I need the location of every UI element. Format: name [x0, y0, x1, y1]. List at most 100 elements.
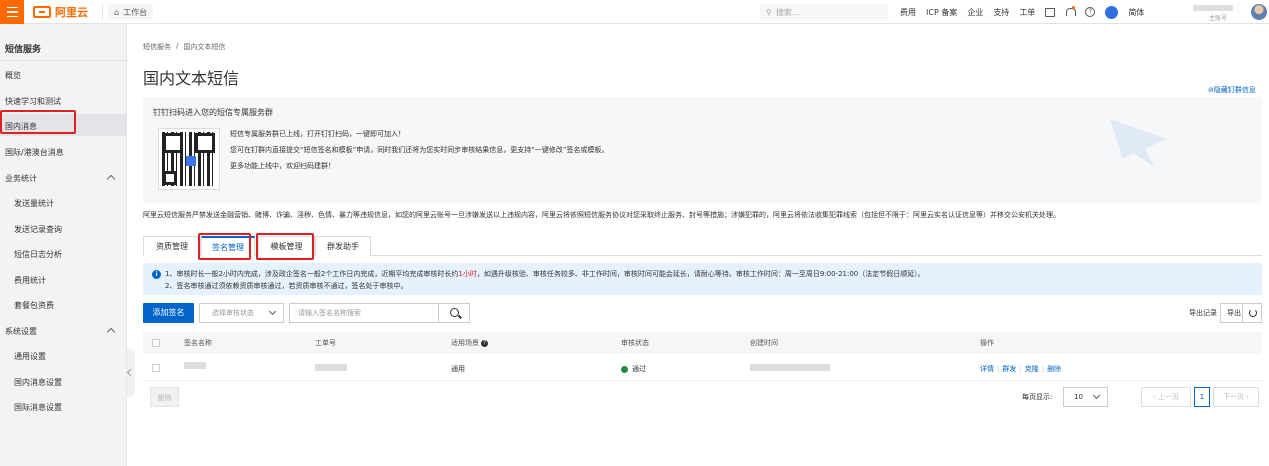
sidebar-item-send-records[interactable]: 发送记录查询 — [14, 224, 62, 235]
assistant-icon[interactable] — [1105, 5, 1119, 19]
col-ticket: 工单号 — [315, 339, 336, 347]
breadcrumb-current: 国内文本短信 — [183, 43, 226, 51]
sidebar-item-overview[interactable]: 概览 — [5, 70, 21, 81]
status-select[interactable]: 选择审核状态 — [199, 303, 284, 323]
workbench-label: 工作台 — [123, 7, 148, 17]
sidebar-group-settings[interactable]: 系统设置 — [5, 326, 37, 337]
search-button[interactable] — [438, 303, 470, 323]
promo-line-2: 您可在钉群内直接提交“短信签名和模板”申请，同时我们还将为您实时同步审核结果信息… — [230, 146, 609, 154]
aliyun-logo-icon — [33, 6, 51, 18]
info-line-2: 2、签名审核通过须依赖资质审核通过，若资质审核不通过，签名处于审核中。 — [165, 282, 408, 290]
nav-icp[interactable]: ICP 备案 — [926, 7, 957, 18]
next-page-button[interactable]: 下一页 › — [1213, 387, 1259, 407]
nav-support[interactable]: 支持 — [993, 7, 1009, 18]
sidebar-item-package[interactable]: 套餐包资费 — [14, 300, 54, 311]
bulk-delete-button[interactable]: 删除 — [150, 387, 179, 407]
logo-text: 阿里云 — [55, 6, 88, 19]
nav-fee[interactable]: 费用 — [900, 7, 916, 18]
bulk-send-link[interactable]: 群发 — [1002, 365, 1016, 373]
workbench-button[interactable]: ⌂ 工作台 — [108, 4, 154, 20]
export-log-link[interactable]: 导出记录 — [1189, 308, 1217, 318]
global-search-input[interactable]: ⚲ 搜索... — [760, 4, 888, 20]
dingtalk-promo-panel: 钉钉扫码进入您的短信专属服务群 短信专属服务群已上线，打开钉钉扫码，一键即可加入… — [143, 97, 1262, 203]
nav-enterprise[interactable]: 企业 — [967, 7, 983, 18]
info-icon: i — [152, 270, 161, 279]
search-placeholder: 搜索... — [775, 7, 800, 17]
sidebar-collapse-handle[interactable] — [127, 349, 135, 397]
menu-icon[interactable] — [0, 0, 24, 24]
page-size-select[interactable]: 10 — [1063, 387, 1108, 407]
help-icon: ? — [481, 339, 489, 347]
page-size-value: 10 — [1074, 393, 1083, 401]
page-title: 国内文本短信 — [143, 69, 240, 88]
col-actions: 操作 — [980, 339, 994, 347]
hide-dingtalk-link[interactable]: ⊘隐藏钉群信息 — [1208, 85, 1256, 95]
chevron-up-icon[interactable] — [106, 174, 116, 184]
sidebar-group-stats[interactable]: 业务统计 — [5, 173, 37, 184]
highlight-box — [198, 233, 251, 260]
sidebar-item-quickstart[interactable]: 快速学习和测试 — [5, 96, 61, 107]
bell-icon[interactable] — [1065, 6, 1077, 17]
signature-name-redacted — [184, 362, 206, 369]
nav-ticket[interactable]: 工单 — [1019, 7, 1035, 18]
status-select-placeholder: 选择审核状态 — [212, 309, 254, 317]
select-all-checkbox[interactable] — [152, 339, 160, 347]
clone-link[interactable]: 克隆 — [1025, 365, 1039, 373]
row-status: 通过 — [621, 364, 646, 374]
breadcrumb: 短信服务 / 国内文本短信 — [143, 42, 225, 52]
sidebar-item-intl[interactable]: 国际/港澳台消息 — [5, 147, 64, 158]
promo-title: 钉钉扫码进入您的短信专属服务群 — [153, 108, 273, 117]
sidebar-item-fee-stats[interactable]: 费用统计 — [14, 275, 46, 286]
col-status: 审核状态 — [621, 339, 649, 347]
table-footer: 删除 每页显示: 10 ‹ 上一页 1 下一页 › — [143, 387, 1262, 407]
divider — [102, 4, 103, 20]
chevron-down-icon — [268, 307, 277, 316]
sidebar-item-general[interactable]: 通用设置 — [14, 351, 46, 362]
message-icon[interactable] — [1045, 7, 1056, 17]
avatar[interactable] — [1251, 4, 1267, 20]
page-1-button[interactable]: 1 — [1194, 387, 1210, 407]
qr-code — [158, 128, 220, 190]
search-icon: ⚲ — [766, 7, 772, 17]
table-header: 签名名称 工单号 适用场景 ? 审核状态 创建时间 操作 — [143, 332, 1262, 354]
sidebar-item-intl-settings[interactable]: 国际消息设置 — [14, 402, 62, 413]
promo-line-3: 更多功能上线中，欢迎扫码建群！ — [230, 162, 335, 170]
chevron-up-icon[interactable] — [106, 327, 116, 337]
breadcrumb-root[interactable]: 短信服务 — [143, 42, 171, 52]
sidebar-item-log-analysis[interactable]: 短信日志分析 — [14, 249, 62, 260]
add-signature-button[interactable]: 添加签名 — [143, 303, 194, 323]
account-name-redacted — [1193, 5, 1233, 11]
aliyun-logo[interactable]: 阿里云 — [33, 5, 88, 19]
sidebar-item-send-stats[interactable]: 发送量统计 — [14, 198, 54, 209]
help-icon[interactable]: ? — [1085, 7, 1096, 17]
info-alert: i 1、审核时长一般2小时内完成，涉及政企签名一般2个工作日内完成，近期平均完成… — [143, 263, 1262, 295]
highlight-box — [256, 233, 314, 260]
refresh-icon — [1249, 309, 1257, 317]
delete-link[interactable]: 删除 — [1047, 365, 1061, 373]
sidebar-title: 短信服务 — [5, 45, 42, 55]
row-checkbox[interactable] — [152, 364, 160, 372]
signature-search-input[interactable]: 请输入签名名称搜索 — [289, 303, 439, 323]
prev-page-button[interactable]: ‹ 上一页 — [1141, 387, 1191, 407]
table-row: 通用 通过 详情 | 群发 | 克隆 | 删除 — [143, 354, 1262, 381]
promo-line-1: 短信专属服务群已上线，打开钉钉扫码，一键即可加入！ — [230, 130, 405, 138]
hide-dingtalk-label: 隐藏钉群信息 — [1213, 86, 1256, 94]
compliance-notice: 阿里云短信服务严禁发送金融营销、赌博、诈骗、淫秽、色情、暴力等违规信息，如您的阿… — [143, 211, 1060, 219]
account-sub: 主账号 — [1209, 15, 1228, 22]
tab-qualification[interactable]: 资质管理 — [143, 236, 201, 256]
col-created: 创建时间 — [750, 339, 778, 347]
breadcrumb-sep: / — [176, 42, 179, 50]
lang-switch[interactable]: 简体 — [1128, 7, 1144, 18]
detail-link[interactable]: 详情 — [980, 365, 994, 373]
highlight-box — [0, 110, 76, 134]
tab-bulk-send[interactable]: 群发助手 — [315, 236, 371, 256]
created-time-redacted — [750, 364, 830, 371]
col-name: 签名名称 — [184, 339, 212, 347]
refresh-button[interactable] — [1242, 303, 1262, 323]
check-circle-icon — [621, 365, 628, 373]
toolbar: 添加签名 选择审核状态 请输入签名名称搜索 导出记录 导出 — [143, 303, 1262, 323]
sidebar-item-domestic-settings[interactable]: 国内消息设置 — [14, 377, 62, 388]
account-menu[interactable]: 主账号 — [1193, 2, 1247, 22]
top-links: 费用 ICP 备案 企业 支持 工单 ? 简体 — [900, 4, 1144, 20]
row-actions: 详情 | 群发 | 克隆 | 删除 — [980, 365, 1062, 373]
